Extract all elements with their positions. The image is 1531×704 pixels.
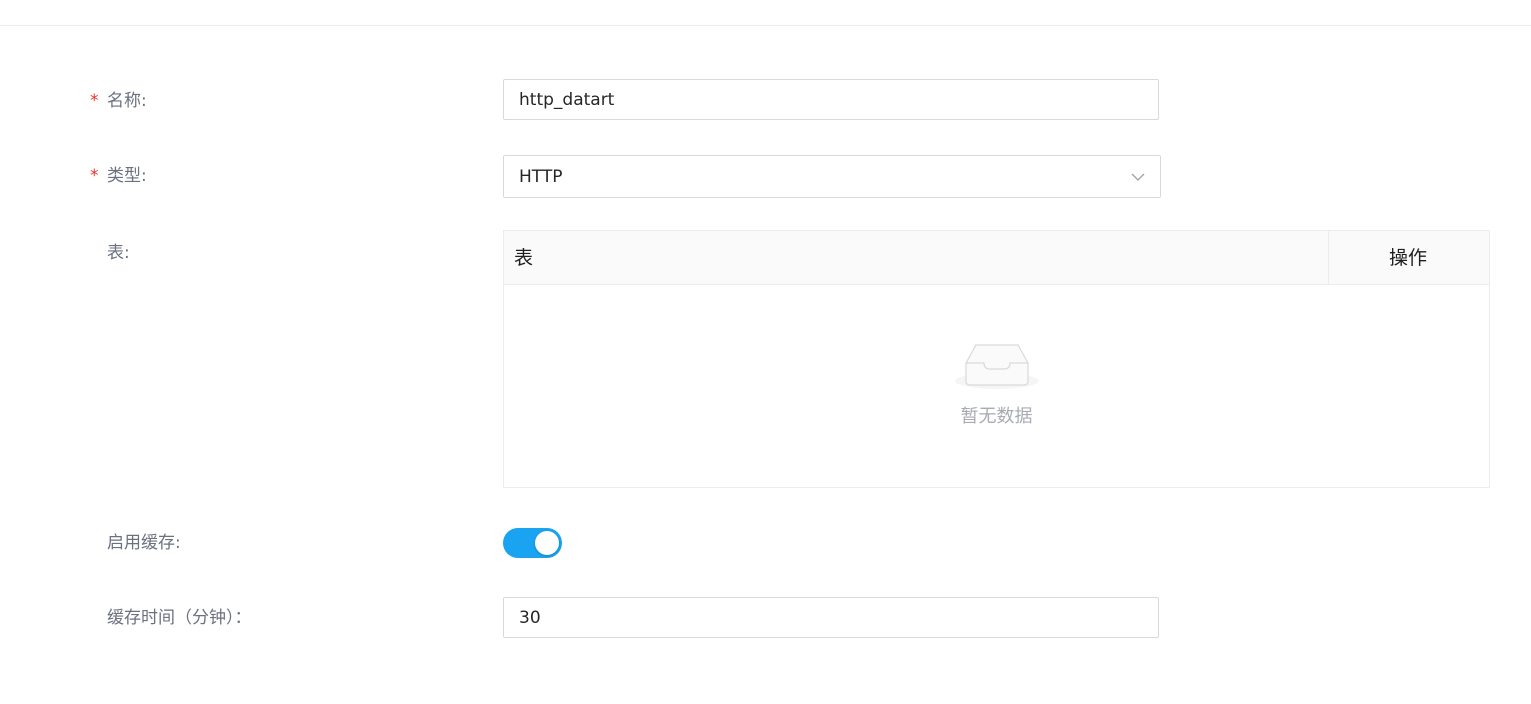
column-header-table: 表: [514, 247, 534, 269]
chevron-down-icon: [1131, 173, 1145, 181]
type-select[interactable]: HTTP: [503, 155, 1161, 198]
type-required-mark: *: [90, 166, 99, 186]
empty-text: 暂无数据: [960, 406, 1033, 427]
table-header: 表 操作: [504, 231, 1489, 285]
type-select-value: HTTP: [519, 167, 563, 187]
cache-time-label: 缓存时间（分钟）：: [107, 608, 252, 628]
cache-enabled-label: 启用缓存:: [107, 533, 181, 553]
name-label: 名称:: [107, 91, 147, 111]
top-divider: [0, 25, 1531, 26]
cache-enabled-toggle[interactable]: [503, 528, 562, 558]
tables-label: 表:: [107, 243, 130, 263]
name-input[interactable]: [503, 79, 1159, 120]
type-label: 类型:: [107, 166, 147, 186]
column-header-actions: 操作: [1389, 247, 1428, 269]
empty-inbox-icon: [955, 344, 1039, 389]
toggle-knob: [535, 531, 559, 555]
name-required-mark: *: [90, 91, 99, 111]
tables-table: 表 操作 暂无数据: [503, 230, 1490, 488]
cache-time-input[interactable]: [503, 597, 1159, 638]
column-divider: [1328, 231, 1329, 284]
